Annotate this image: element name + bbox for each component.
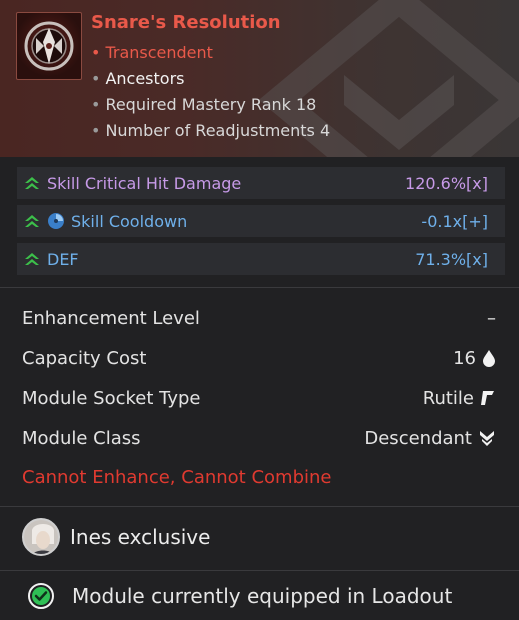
module-category-text: Ancestors	[105, 69, 185, 88]
stat-value: 120.6%[x]	[405, 173, 488, 193]
stat-label: DEF	[47, 249, 79, 269]
module-name: Snare's Resolution	[91, 12, 281, 33]
stat-label: Skill Cooldown	[71, 211, 188, 231]
equipped-text: Module currently equipped in Loadout	[72, 584, 453, 608]
module-class-value-wrap: Descendant	[364, 428, 496, 449]
socket-type-value-wrap: Rutile	[423, 388, 496, 409]
double-chevron-up-icon	[25, 177, 39, 189]
socket-type-label: Module Socket Type	[22, 387, 201, 409]
exclusive-text: Ines exclusive	[70, 525, 211, 549]
socket-type-row: Module Socket Type Rutile	[22, 383, 496, 413]
divider	[0, 506, 519, 507]
module-info-list: • Transcendent • Ancestors • Required Maste…	[91, 40, 330, 144]
stat-value: -0.1x[+]	[421, 211, 488, 231]
rutile-socket-icon	[481, 391, 494, 405]
double-chevron-up-icon	[25, 253, 39, 265]
enhancement-level-row: Enhancement Level –	[22, 303, 496, 333]
avatar	[22, 518, 60, 556]
module-class-row: Module Class Descendant	[22, 423, 496, 453]
stat-value: 71.3%[x]	[415, 249, 488, 269]
stat-label: Skill Critical Hit Damage	[47, 173, 242, 193]
module-emblem-icon	[16, 12, 82, 80]
divider	[0, 287, 519, 288]
enhance-warning: Cannot Enhance, Cannot Combine	[22, 467, 332, 488]
capacity-cost-value: 16	[453, 347, 476, 369]
stat-row: DEF 71.3%[x]	[17, 243, 505, 275]
enhancement-level-value: –	[487, 307, 496, 329]
module-mastery-text: Required Mastery Rank 18	[105, 95, 317, 114]
module-readjust-text: Number of Readjustments 4	[105, 121, 331, 140]
enhancement-level-label: Enhancement Level	[22, 307, 200, 329]
module-tier: • Transcendent	[91, 43, 213, 62]
module-class-value: Descendant	[364, 427, 472, 449]
stat-row: Skill Critical Hit Damage 120.6%[x]	[17, 167, 505, 199]
descendant-class-icon	[480, 431, 494, 446]
capacity-cost-label: Capacity Cost	[22, 347, 147, 369]
module-tooltip: Snare's Resolution • Transcendent • Ancest…	[0, 0, 519, 620]
module-mastery: • Required Mastery Rank 18	[91, 95, 317, 114]
descendant-exclusive: Ines exclusive	[22, 518, 210, 556]
module-category: • Ancestors	[91, 69, 185, 88]
socket-type-value: Rutile	[422, 387, 474, 409]
module-class-label: Module Class	[22, 427, 141, 449]
stat-row: Skill Cooldown -0.1x[+]	[17, 205, 505, 237]
double-chevron-up-icon	[25, 215, 39, 227]
check-circle-icon	[28, 583, 54, 609]
drop-icon	[483, 350, 495, 367]
module-header: Snare's Resolution • Transcendent • Ancest…	[0, 0, 519, 157]
capacity-cost-value-wrap: 16	[453, 348, 496, 369]
divider	[0, 570, 519, 571]
cooldown-icon	[48, 213, 64, 229]
equipped-status: Module currently equipped in Loadout	[28, 583, 452, 609]
capacity-cost-row: Capacity Cost 16	[22, 343, 496, 373]
module-tier-text: Transcendent	[105, 43, 213, 62]
module-readjustments: • Number of Readjustments 4	[91, 121, 331, 140]
